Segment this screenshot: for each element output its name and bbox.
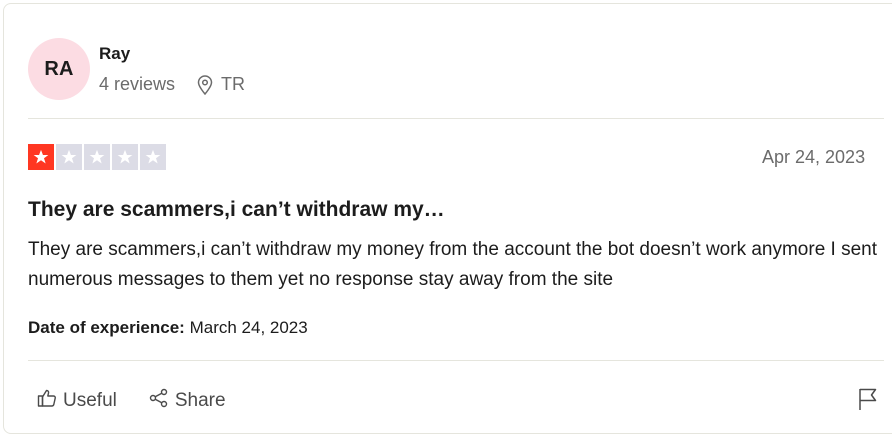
star-icon — [56, 144, 82, 170]
flag-icon[interactable] — [858, 387, 878, 416]
share-label: Share — [174, 390, 226, 411]
star-icon — [84, 144, 110, 170]
reviewer-name[interactable]: Ray — [99, 44, 130, 64]
divider — [28, 118, 884, 119]
reviewer-meta: 4 reviews TR — [99, 74, 245, 95]
map-pin-icon — [197, 74, 213, 95]
experience-label: Date of experience: — [28, 318, 185, 337]
star-icon — [140, 144, 166, 170]
review-date: Apr 24, 2023 — [762, 147, 866, 167]
useful-label: Useful — [63, 390, 117, 411]
thumbs-up-icon — [37, 388, 57, 414]
reviewer-country: TR — [221, 74, 246, 94]
reviews-count: 4 reviews — [99, 74, 176, 94]
star-icon — [112, 144, 138, 170]
date-of-experience: Date of experience: March 24, 2023 — [28, 318, 308, 338]
share-button[interactable]: Share — [149, 388, 226, 414]
experience-date: March 24, 2023 — [189, 318, 308, 337]
useful-button[interactable]: Useful — [37, 388, 117, 414]
review-card: RA Ray 4 reviews TR Apr 24, 2023 They ar… — [3, 3, 892, 434]
avatar[interactable]: RA — [28, 38, 90, 100]
star-rating — [28, 144, 166, 170]
review-actions: Useful Share — [37, 388, 226, 414]
divider — [28, 360, 884, 361]
review-body: They are scammers,i can’t withdraw my mo… — [28, 239, 878, 290]
star-icon — [28, 144, 54, 170]
share-icon — [149, 388, 169, 414]
review-title[interactable]: They are scammers,i can’t withdraw my… — [28, 198, 445, 222]
